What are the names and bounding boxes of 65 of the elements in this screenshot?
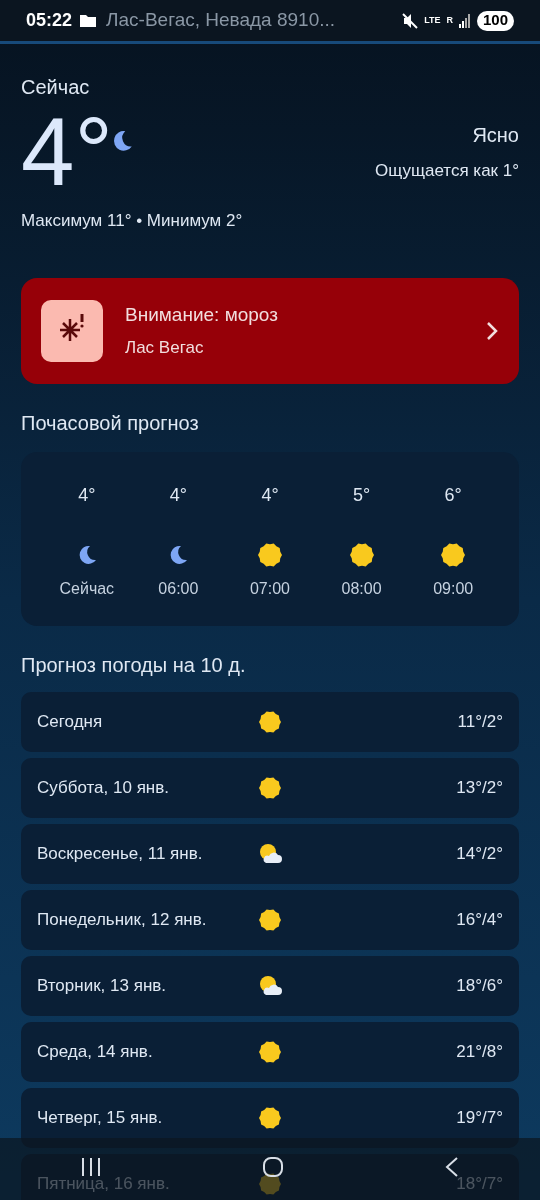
search-field[interactable]: Лас-Вегас, Невада 8910... (106, 5, 403, 36)
sun-icon (259, 1040, 281, 1063)
hour-time: 06:00 (158, 578, 199, 599)
day-temperatures: 18°/6° (456, 974, 503, 997)
mute-icon (402, 12, 419, 29)
day-row[interactable]: Сегодня 11°/2° (21, 691, 519, 752)
day-row[interactable]: Суббота, 10 янв. 13°/2° (21, 757, 519, 818)
sun-icon (259, 908, 281, 931)
roaming-label: R (446, 16, 453, 25)
alert-location: Лас Вегас (125, 337, 205, 359)
day-label: Среда, 14 янв. (37, 1040, 154, 1063)
condition-text: Ясно (472, 123, 519, 148)
hour-temperature: 5° (353, 483, 371, 507)
day-temperatures: 13°/2° (456, 776, 503, 799)
high-low-text: Максимум 11° • Минимум 2° (21, 210, 244, 232)
day-label: Суббота, 10 янв. (37, 776, 170, 799)
frost-alert-card[interactable]: Внимание: мороз Лас Вегас (21, 277, 519, 384)
hourly-title: Почасовой прогноз (21, 410, 200, 436)
day-temperatures: 21°/8° (456, 1040, 503, 1063)
sun-icon (258, 542, 282, 567)
day-label: Сегодня (37, 710, 104, 733)
day-temperatures: 14°/2° (456, 842, 503, 865)
now-label: Сейчас (21, 75, 91, 100)
alert-title: Внимание: мороз (125, 302, 278, 327)
sun-cloud-icon (258, 974, 282, 997)
back-icon[interactable] (444, 1156, 460, 1178)
daily-title: Прогноз погоды на 10 д. (21, 652, 247, 678)
day-row[interactable]: Среда, 14 янв. 21°/8° (21, 1021, 519, 1082)
hour-temperature: 4° (261, 483, 279, 507)
chevron-right-icon (485, 319, 499, 342)
hour-temperature: 4° (78, 483, 96, 507)
hour-time: Сейчас (59, 578, 115, 599)
sun-cloud-icon (258, 842, 282, 865)
battery-indicator: 100 (476, 10, 514, 31)
network-label: LTE (424, 16, 441, 25)
hour-time: 08:00 (341, 578, 382, 599)
day-temperatures: 18°/7° (456, 1172, 503, 1195)
feels-like-text: Ощущается как 1° (375, 160, 519, 182)
day-row[interactable]: Понедельник, 12 янв. 16°/4° (21, 889, 519, 950)
day-label: Воскресенье, 11 янв. (37, 842, 204, 865)
day-label: Четверг, 15 янв. (37, 1106, 164, 1129)
signal-icon (458, 13, 471, 28)
sun-icon (259, 776, 281, 799)
hour-temperature: 6° (444, 483, 462, 507)
day-row[interactable]: Вторник, 13 янв. 18°/6° (21, 955, 519, 1016)
day-temperatures: 11°/2° (457, 710, 503, 733)
day-label: Вторник, 13 янв. (37, 974, 168, 997)
sun-icon (349, 542, 374, 567)
day-label: Понедельник, 12 янв. (37, 908, 208, 931)
sun-icon (441, 542, 466, 567)
hour-time: 07:00 (249, 578, 290, 599)
folder-icon (80, 14, 97, 27)
current-temperature: 4° (21, 102, 113, 202)
sun-icon (259, 710, 281, 733)
day-row[interactable]: Воскресенье, 11 янв. 14°/2° (21, 823, 519, 884)
day-temperatures: 19°/7° (456, 1106, 503, 1129)
status-time: 05:22 (26, 9, 73, 32)
recent-apps-icon[interactable] (80, 1156, 102, 1178)
home-icon[interactable] (262, 1156, 284, 1178)
sun-icon (259, 1106, 281, 1129)
hour-time: 09:00 (433, 578, 474, 599)
day-label: Пятница, 16 янв. (37, 1172, 171, 1195)
day-temperatures: 16°/4° (456, 908, 503, 931)
hour-temperature: 4° (169, 483, 187, 507)
snowflake-alert-icon (41, 299, 103, 362)
